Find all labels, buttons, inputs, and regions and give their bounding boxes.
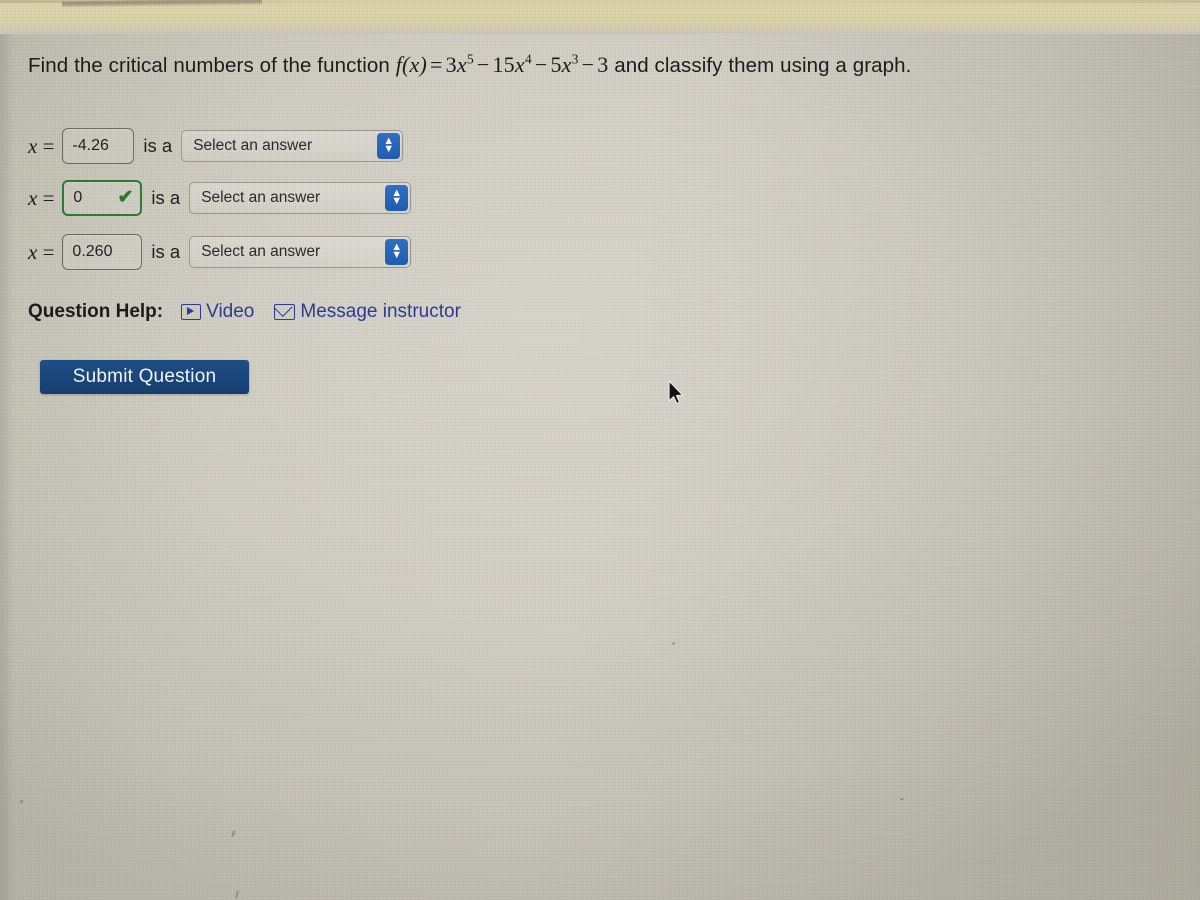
critical-number-input[interactable]: 0.260 [62, 234, 143, 270]
operator-1: − [476, 52, 490, 77]
operator-3: − [581, 52, 595, 77]
critical-number-input[interactable]: -4.26 [62, 128, 135, 164]
classification-select[interactable]: Select an answer ▲ ▼ [181, 130, 404, 162]
checkmark-icon: ✔ [117, 186, 134, 208]
chevron-updown-icon[interactable]: ▲ ▼ [385, 185, 409, 211]
answer-row: x = -4.26 is a Select an answer ▲ ▼ [28, 128, 404, 164]
answer-row: x = 0 ✔ is a Select an answer ▲ ▼ [28, 180, 412, 216]
question-prompt: Find the critical numbers of the functio… [28, 52, 911, 78]
function-expression: f(x) = 3x5−15x4−5x3−3 [396, 52, 609, 77]
term4-constant: 3 [597, 52, 609, 77]
operator-2: − [534, 52, 548, 77]
critical-number-value: -4.26 [72, 137, 109, 154]
mouse-pointer-icon [668, 380, 684, 405]
term1-coefficient: 3 [445, 52, 457, 77]
term1-exponent: 5 [466, 51, 474, 67]
term3-exponent: 3 [571, 51, 579, 67]
question-help-label: Question Help: [28, 301, 164, 322]
x-variable: x [28, 239, 38, 264]
question-help: Question Help: Video Message instructor [28, 301, 481, 323]
assignment-content: Find the critical numbers of the functio… [0, 0, 1200, 900]
x-variable: x [28, 133, 38, 158]
submit-question-button[interactable]: Submit Question [40, 360, 249, 394]
fx-label: f(x) [395, 52, 428, 77]
classification-select-value: Select an answer [193, 137, 313, 154]
chevron-updown-icon[interactable]: ▲ ▼ [385, 239, 409, 265]
envelope-icon [274, 304, 296, 320]
video-help-link[interactable]: Video [181, 301, 254, 323]
critical-number-value: 0.260 [72, 243, 113, 260]
video-help-label: Video [206, 301, 255, 322]
message-instructor-link[interactable]: Message instructor [274, 301, 461, 323]
is-a-label: is a [143, 135, 173, 156]
equals-sign: = [430, 52, 443, 77]
classification-select-value: Select an answer [201, 189, 321, 206]
term3-variable: x [561, 52, 572, 77]
question-prefix: Find the critical numbers of the functio… [28, 54, 396, 77]
term1-variable: x [456, 52, 467, 77]
video-play-icon [181, 304, 202, 320]
classification-select[interactable]: Select an answer ▲ ▼ [189, 236, 412, 268]
x-variable: x [28, 185, 38, 210]
answer-row: x = 0.260 is a Select an answer ▲ ▼ [28, 234, 412, 270]
term2-exponent: 4 [524, 51, 532, 67]
message-instructor-label: Message instructor [300, 301, 461, 322]
x-equals-label: x = [28, 239, 55, 264]
chevron-updown-icon[interactable]: ▲ ▼ [377, 133, 401, 159]
term3-coefficient: 5 [550, 52, 562, 77]
is-a-label: is a [151, 187, 181, 208]
critical-number-input[interactable]: 0 ✔ [62, 180, 143, 216]
term2-variable: x [514, 52, 525, 77]
question-suffix: and classify them using a graph. [608, 54, 912, 77]
classification-select-value: Select an answer [201, 243, 321, 260]
is-a-label: is a [151, 241, 181, 262]
term2-coefficient: 15 [492, 52, 515, 77]
critical-number-value: 0 [73, 189, 83, 206]
x-equals-label: x = [28, 133, 55, 158]
x-equals-label: x = [28, 185, 55, 210]
classification-select[interactable]: Select an answer ▲ ▼ [189, 182, 412, 214]
